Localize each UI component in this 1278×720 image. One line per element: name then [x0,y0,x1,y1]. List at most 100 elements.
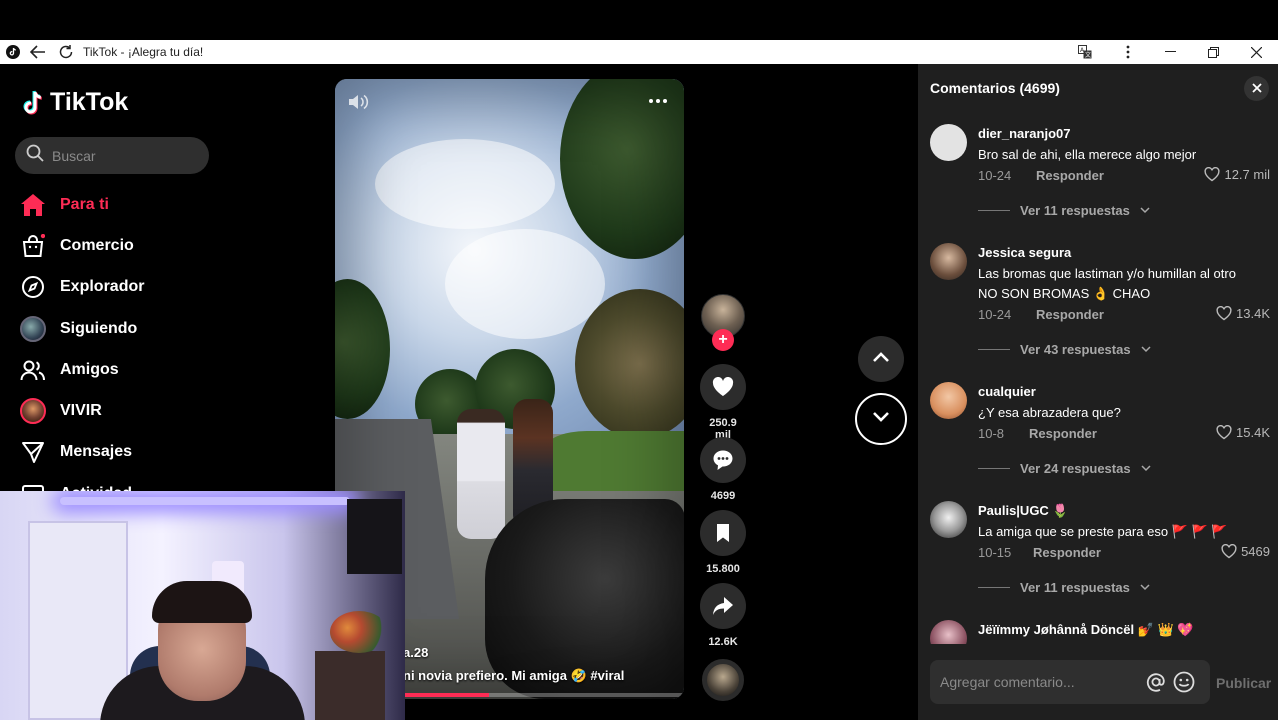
comment-input[interactable] [940,674,1140,690]
save-action[interactable]: 15.800 [700,510,746,575]
view-replies-button[interactable]: Ver 24 respuestas [978,461,1151,476]
heart-icon[interactable] [700,364,746,410]
sidebar-item-comercio[interactable]: Comercio [20,225,300,266]
commenter-avatar[interactable] [930,243,967,280]
chevron-down-icon [872,410,890,428]
comment-like-count: 12.7 mil [1224,167,1270,182]
chevron-down-icon [1141,346,1151,353]
volume-icon[interactable] [347,93,369,111]
translate-icon[interactable]: A文 [1063,40,1106,64]
sidebar-item-explorador[interactable]: Explorador [20,267,300,308]
sidebar-item-vivir[interactable]: VIVIR [20,390,300,431]
comment-text: La amiga que se preste para eso 🚩 🚩 🚩 [978,524,1228,539]
tiktok-main: TikTok Para ti Comercio Explorador [0,64,1278,720]
divider-line [978,468,1010,469]
refresh-icon[interactable] [55,41,77,63]
chevron-down-icon [1140,584,1150,591]
sidebar-item-siguiendo[interactable]: Siguiendo [20,308,300,349]
comment-text: ¿Y esa abrazadera que? [978,405,1121,420]
comment-meta: 10-8 Responder [978,426,1097,441]
restore-icon[interactable] [1192,40,1235,64]
sidebar-item-amigos[interactable]: Amigos [20,349,300,390]
webcam-flowers [330,611,388,653]
share-action[interactable]: 12.6K [700,583,746,648]
search-box[interactable] [15,137,209,174]
video-caption[interactable]: ni novia prefiero. Mi amiga 🤣 #viral [403,668,624,684]
close-comments-button[interactable] [1244,76,1269,101]
reply-button[interactable]: Responder [1036,307,1104,322]
webcam-led-light [60,497,350,505]
reply-button[interactable]: Responder [1036,168,1104,183]
more-options-icon[interactable] [646,91,670,111]
sidebar-item-para-ti[interactable]: Para ti [20,184,300,225]
comment-date: 10-15 [978,545,1012,560]
heart-outline-icon [1204,167,1220,182]
video-time: a.28 [403,645,429,660]
comment-username[interactable]: Jëïïmmy Jøhânnå Döncël 💅 👑 💖 [978,622,1193,638]
comments-panel: Comentarios (4699) dier_naranjo07 Bro sa… [918,64,1278,720]
comment-like-button[interactable]: 12.7 mil [1204,167,1270,182]
close-window-icon[interactable] [1235,40,1278,64]
music-disc-avatar[interactable] [702,659,744,701]
webcam-shelf [315,651,385,720]
more-vertical-icon[interactable] [1106,40,1149,64]
reply-button[interactable]: Responder [1033,545,1101,560]
mention-icon[interactable] [1144,670,1168,694]
previous-video-button[interactable] [858,336,904,382]
comment-date: 10-24 [978,307,1012,322]
sidebar-item-label: VIVIR [60,402,102,420]
sidebar-item-label: Para ti [60,195,109,213]
comment-action[interactable]: 4699 [700,437,746,502]
tiktok-app-icon [5,44,21,60]
follow-plus-icon[interactable]: + [712,329,734,351]
minimize-icon[interactable] [1149,40,1192,64]
commenter-avatar[interactable] [930,382,967,419]
comment-composer[interactable] [930,660,1210,704]
view-replies-label: Ver 11 respuestas [1020,580,1130,595]
comment-like-count: 15.4K [1236,425,1270,440]
share-count: 12.6K [708,636,738,648]
send-icon [20,439,46,465]
save-count: 15.800 [706,563,740,575]
tiktok-logo[interactable]: TikTok [22,88,128,117]
back-arrow-icon[interactable] [27,41,49,63]
comment-username[interactable]: dier_naranjo07 [978,126,1071,141]
comment-like-count: 5469 [1241,544,1270,559]
reply-button[interactable]: Responder [1029,426,1097,441]
comment-icon[interactable] [700,437,746,483]
bookmark-icon[interactable] [700,510,746,556]
comment-username[interactable]: cualquier [978,384,1036,399]
view-replies-button[interactable]: Ver 11 respuestas [978,580,1150,595]
view-replies-button[interactable]: Ver 43 respuestas [978,342,1151,357]
comment-like-button[interactable]: 5469 [1221,544,1270,559]
comment-text: Bro sal de ahi, ella merece algo mejor [978,147,1197,162]
friends-icon [20,357,46,383]
publish-button[interactable]: Publicar [1216,675,1271,691]
comment-date: 10-8 [978,426,1005,441]
comment-like-button[interactable]: 13.4K [1216,306,1270,321]
comment-count: 4699 [710,490,736,502]
video-progress-bar[interactable] [405,693,684,697]
like-action[interactable]: 250.9 mil [700,364,746,441]
commenter-avatar[interactable] [930,124,967,161]
comment-username[interactable]: Jessica segura [978,245,1071,260]
heart-outline-icon [1216,306,1232,321]
view-replies-label: Ver 11 respuestas [1020,203,1130,218]
commenter-avatar[interactable] [930,620,967,644]
window-title: TikTok - ¡Alegra tu día! [83,45,204,59]
video-progress-fill [405,693,489,697]
view-replies-button[interactable]: Ver 11 respuestas [978,203,1150,218]
share-arrow-icon[interactable] [700,583,746,629]
comment-date: 10-24 [978,168,1012,183]
sidebar-nav: Para ti Comercio Explorador Siguiendo Am… [20,184,300,514]
heart-outline-icon [1221,544,1237,559]
comment-username[interactable]: Paulis|UGC 🌷 [978,503,1069,519]
comment-meta: 10-24 Responder [978,168,1104,183]
comment-like-button[interactable]: 15.4K [1216,425,1270,440]
search-input[interactable] [52,147,192,164]
comment-meta: 10-24 Responder [978,307,1104,322]
emoji-icon[interactable] [1172,670,1196,694]
commenter-avatar[interactable] [930,501,967,538]
sidebar-item-mensajes[interactable]: Mensajes [20,432,300,473]
next-video-button[interactable] [855,393,907,445]
